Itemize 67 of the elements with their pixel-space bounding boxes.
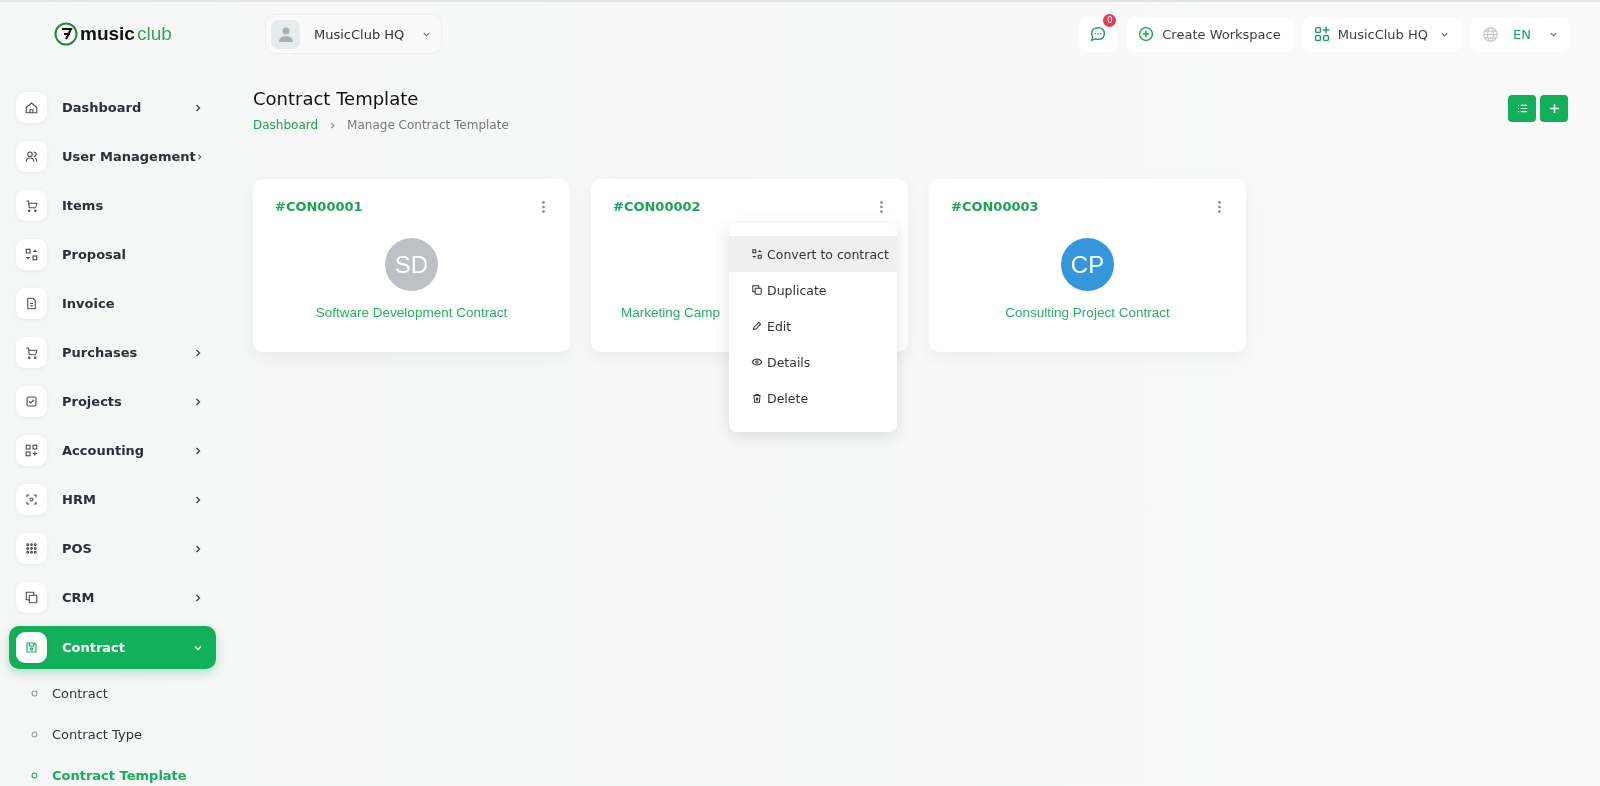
menu-item[interactable]: Delete xyxy=(729,380,897,416)
page-title: Contract Template xyxy=(253,88,420,109)
grid-icon xyxy=(24,443,39,458)
list-view-button[interactable] xyxy=(1508,95,1536,122)
workspace-menu-button[interactable]: MusicClub HQ xyxy=(1301,16,1461,52)
more-options-button[interactable] xyxy=(877,199,886,214)
copy-icon xyxy=(751,284,763,296)
sidebar-item[interactable]: POS xyxy=(9,528,216,569)
sidebar-item[interactable]: Purchases xyxy=(9,332,216,373)
pencil-icon xyxy=(751,320,763,332)
notification-count: 0 xyxy=(1103,13,1117,27)
initials-avatar: CP xyxy=(1061,238,1114,291)
music-club-logo: music club xyxy=(54,22,256,46)
menu-item[interactable]: Duplicate xyxy=(729,272,897,308)
create-workspace-button[interactable]: Create Workspace xyxy=(1126,16,1293,52)
file-icon xyxy=(24,296,39,311)
sidebar-item[interactable]: Invoice xyxy=(9,283,216,324)
sidebar-item[interactable]: Accounting xyxy=(9,430,216,471)
sidebar-item[interactable]: Dashboard xyxy=(9,87,216,128)
messages-button[interactable]: 0 xyxy=(1079,16,1118,52)
ring-bullet-icon xyxy=(31,690,38,697)
swap-icon xyxy=(751,248,763,260)
users-icon xyxy=(24,149,39,164)
more-options-button[interactable] xyxy=(539,199,548,214)
dots-icon xyxy=(24,541,39,556)
note-logo-icon xyxy=(54,22,78,46)
chat-icon xyxy=(1089,25,1108,43)
menu-item[interactable]: Edit xyxy=(729,308,897,344)
eye-icon xyxy=(751,356,763,368)
more-options-button[interactable] xyxy=(1215,199,1224,214)
save-icon xyxy=(24,640,39,655)
apps-icon xyxy=(1313,26,1330,42)
sidebar-item[interactable]: HRM xyxy=(9,479,216,520)
add-button[interactable] xyxy=(1540,95,1568,122)
globe-icon xyxy=(1482,25,1499,43)
sidebar-item[interactable]: Proposal xyxy=(9,234,216,275)
submenu-item[interactable]: Contract xyxy=(9,673,216,714)
plus-circle-icon xyxy=(1138,26,1155,42)
ring-bullet-icon xyxy=(31,772,38,779)
check-icon xyxy=(24,394,39,409)
submenu-item[interactable]: Contract Type xyxy=(9,714,216,755)
swap-icon xyxy=(24,247,39,262)
breadcrumb-current: Manage Contract Template xyxy=(347,118,509,132)
plus-icon xyxy=(1548,103,1560,114)
contract-code: #CON00001 xyxy=(275,199,363,214)
sidebar-item[interactable]: Items xyxy=(9,185,216,226)
sidebar-item[interactable]: CRM xyxy=(9,577,216,618)
contract-code: #CON00003 xyxy=(951,199,1039,214)
focus-icon xyxy=(24,492,39,507)
more-vertical-icon xyxy=(879,199,884,214)
trash-icon xyxy=(751,392,763,404)
cart-icon xyxy=(24,345,39,360)
sidebar-item[interactable]: Projects xyxy=(9,381,216,422)
copy-icon xyxy=(24,590,39,605)
list-icon xyxy=(1516,103,1528,114)
sidebar-item[interactable]: User Management xyxy=(9,136,216,177)
more-vertical-icon xyxy=(541,199,546,214)
menu-item[interactable]: Convert to contract xyxy=(729,236,897,272)
ring-bullet-icon xyxy=(31,731,38,738)
home-icon xyxy=(24,100,39,115)
workspace-switcher[interactable]: MusicClub HQ xyxy=(265,14,443,54)
initials-avatar: SD xyxy=(385,238,438,291)
more-vertical-icon xyxy=(1217,199,1222,214)
chevron-right-icon xyxy=(328,120,338,130)
menu-item[interactable]: Details xyxy=(729,344,897,380)
cart-icon xyxy=(24,198,39,213)
contract-code: #CON00002 xyxy=(613,199,701,214)
